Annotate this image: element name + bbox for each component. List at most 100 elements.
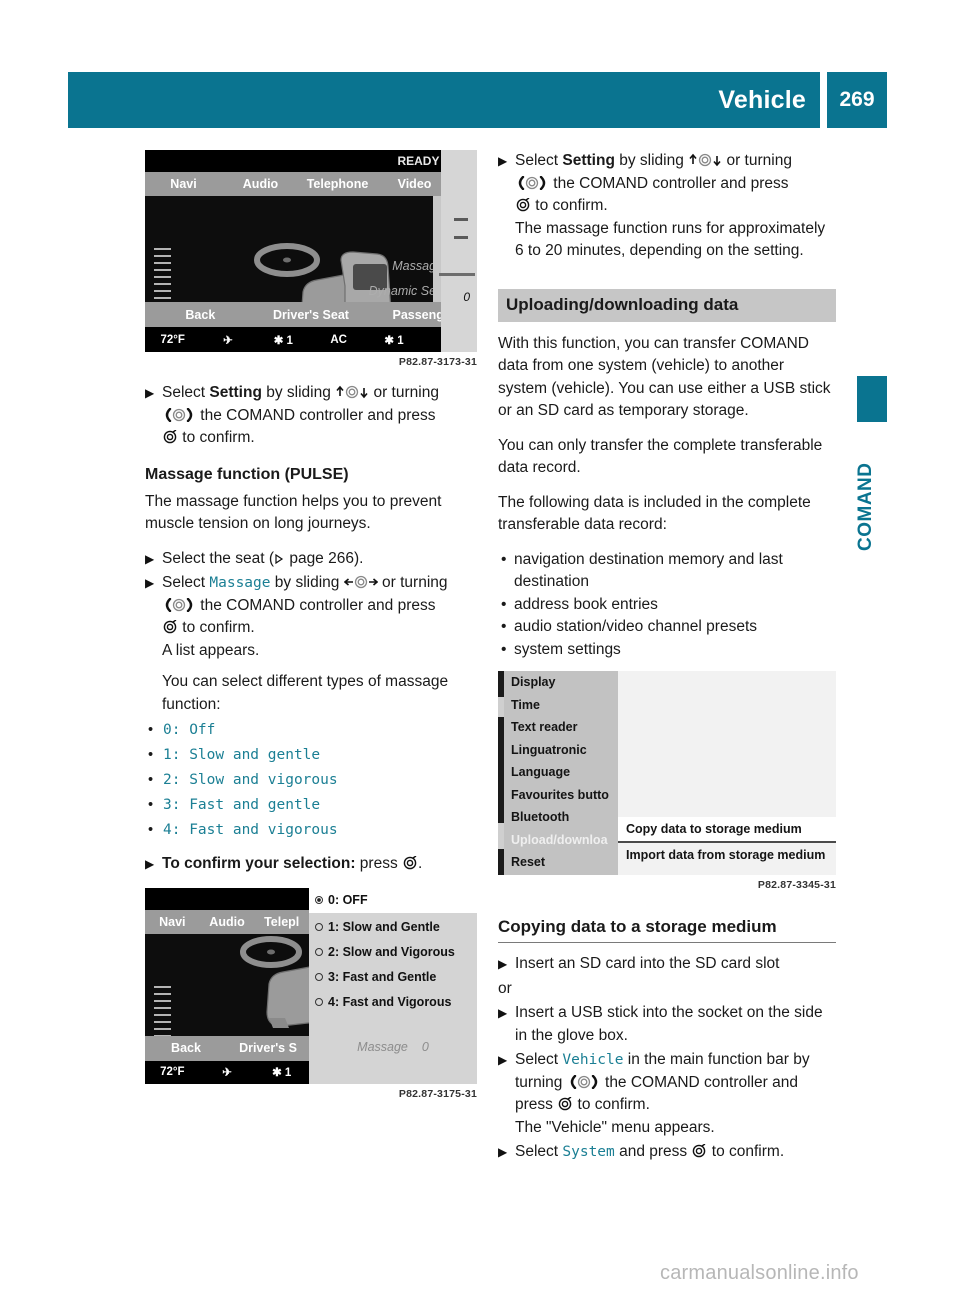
label-massage[interactable]: Massage [313,254,443,279]
pane-slider[interactable] [439,273,475,276]
massage-option: 1: Slow and gentle [145,743,477,768]
right-column: ▶ Select Setting by sliding or turning t… [498,150,836,1166]
press-controller-icon [515,198,531,212]
menu-item-audio[interactable]: Audio [222,177,299,191]
step-select-vehicle: ▶ Select Vehicle in the main function ba… [498,1049,836,1139]
figure-seat-screen: READY █░░ Navi Audio Telephone Video V [145,150,477,368]
step-select-system: ▶ Select System and press to confirm. [498,1141,836,1164]
para-upload-3: The following data is included in the co… [498,493,811,534]
menu-item-upload-download[interactable]: Upload/downloa [504,829,618,852]
menu-item-text-reader[interactable]: Text reader [504,716,618,739]
step-confirm-rest: press [355,855,403,872]
section-tab-marker [857,376,887,422]
page-ref-icon [274,553,285,565]
overlay-option-label: 4: Fast and Vigorous [328,995,452,1009]
massage-options-overlay: 0: OFF 1: Slow and Gentle 2: Slow and Vi… [309,887,477,1084]
step-seat-suffix: ). [353,549,364,567]
step-confirm-bold: To confirm your selection: [162,855,356,872]
massage-option: 0: Off [145,718,477,743]
list-item: audio station/video channel presets [498,616,836,639]
site-watermark: carmanualsonline.info [660,1262,859,1284]
fan-level-left: ✱ 1 [273,334,293,347]
option-copy-data[interactable]: Copy data to storage medium [618,817,836,841]
fan-level-right: ✱ 1 [384,334,404,347]
step-arrow-icon: ▶ [498,957,508,971]
step-select-massage: ▶ Select Massage by sliding or turning t… [145,572,477,662]
list-item: address book entries [498,594,836,617]
page-number: 269 [827,72,887,128]
step-text-prefix: Select [515,152,563,169]
comand-climate-bar: 72°F ✈ ✱ 1 AC ✱ 1 ✈ [145,327,477,352]
step-bold-setting: Setting [209,384,262,401]
overlay-option[interactable]: 4: Fast and Vigorous [309,990,477,1015]
page-header-bar: Vehicle [68,72,820,128]
ui-term-massage: Massage [209,575,271,591]
option-import-data[interactable]: Import data from storage medium [618,843,836,867]
comand-bottom-bar-2: Back Driver's S [145,1035,309,1061]
step-insert-sd: ▶ Insert an SD card into the SD card slo… [498,953,836,976]
overlay-option[interactable]: 1: Slow and Gentle [309,915,477,940]
figure-caption-2: P82.87-3175-31 [398,1087,477,1100]
menu-item-linguatronic[interactable]: Linguatronic [504,739,618,762]
para-massage-types: You can select different types of massag… [162,673,449,713]
menu-item-audio[interactable]: Audio [200,915,255,929]
step-seat-pageref[interactable]: page 266 [285,550,354,567]
climate-temp-2: 72°F [160,1066,185,1078]
menu-item-favourites[interactable]: Favourites butto [504,784,618,807]
step-system-mid: and press [614,1143,692,1160]
comand-screenshot-2: Navi Audio Telepl Back Driver's S 72°F ✈… [145,887,477,1084]
status-ready-label: READY [397,154,440,168]
button-back-2[interactable]: Back [145,1041,227,1055]
press-controller-icon [557,1097,573,1111]
menu-item-display[interactable]: Display [504,671,618,694]
menu-item-reset[interactable]: Reset [504,851,618,874]
heading-massage-function: Massage function (PULSE) [145,465,349,483]
massage-option: 4: Fast and vigorous [145,818,477,843]
overlay-option[interactable]: 2: Slow and Vigorous [309,940,477,965]
press-controller-icon [162,430,178,444]
step-text-mid2: or turning [722,152,792,169]
comand-scroll-strip[interactable] [433,196,441,302]
section-heading-uploading: Uploading/downloading data [498,288,836,322]
radio-selected-icon [315,896,323,904]
overlay-option-selected[interactable]: 0: OFF [309,887,477,913]
slide-updown-icon [688,153,722,167]
step-text-mid: by sliding [614,152,689,169]
comand-seat-canvas: Massage Dynamic Sea Reset all Shoulders [145,196,477,336]
ui-term-system: System [562,1144,615,1160]
step-select-seat: ▶ Select the seat ( page 266). [145,548,477,571]
climate-ac-label: AC [330,333,347,346]
step-text-line3: to confirm. [178,429,255,446]
step-text-mid2: or turning [369,384,439,401]
pane-dash-2 [454,236,468,239]
menu-item-navi[interactable]: Navi [145,177,222,191]
menu-item-telephone[interactable]: Telephone [299,177,376,191]
menu-item-language[interactable]: Language [504,761,618,784]
press-controller-icon [691,1144,707,1158]
menu-item-bluetooth[interactable]: Bluetooth [504,806,618,829]
fan-level-2: ✱ 1 [272,1067,292,1079]
overlay-option[interactable]: 3: Fast and Gentle [309,965,477,990]
press-controller-icon [162,620,178,634]
step-vehicle-line3: to confirm. [573,1096,650,1113]
menu-item-time[interactable]: Time [504,694,618,717]
menu-item-telephone-cut[interactable]: Telepl [254,915,309,929]
turn-controller-icon [162,407,196,422]
menu-item-navi[interactable]: Navi [145,915,200,929]
step-massage-line4: A list appears. [162,641,260,659]
button-drivers-seat-2[interactable]: Driver's S [227,1041,309,1055]
overlay-option-label: 0: OFF [328,893,368,907]
turn-controller-icon [162,597,196,612]
para-upload-1: With this function, you can transfer COM… [498,334,831,420]
button-drivers-seat[interactable]: Driver's Seat [256,308,367,322]
step-seat-prefix: Select the seat ( [162,549,275,567]
step-vehicle-line4: The "Vehicle" menu appears. [515,1118,715,1136]
figure-caption-1: P82.87-3173-31 [398,356,477,368]
button-back[interactable]: Back [145,308,256,322]
comand-main-function-bar-2: Navi Audio Telepl [145,909,309,934]
step-system-suffix: to confirm. [707,1143,785,1160]
step-text-line2: the COMAND controller and press [196,406,436,424]
step-insert-usb: ▶ Insert a USB stick into the socket on … [498,1002,836,1047]
massage-option: 2: Slow and vigorous [145,768,477,793]
label-dynamic-seat[interactable]: Dynamic Sea [313,279,443,304]
